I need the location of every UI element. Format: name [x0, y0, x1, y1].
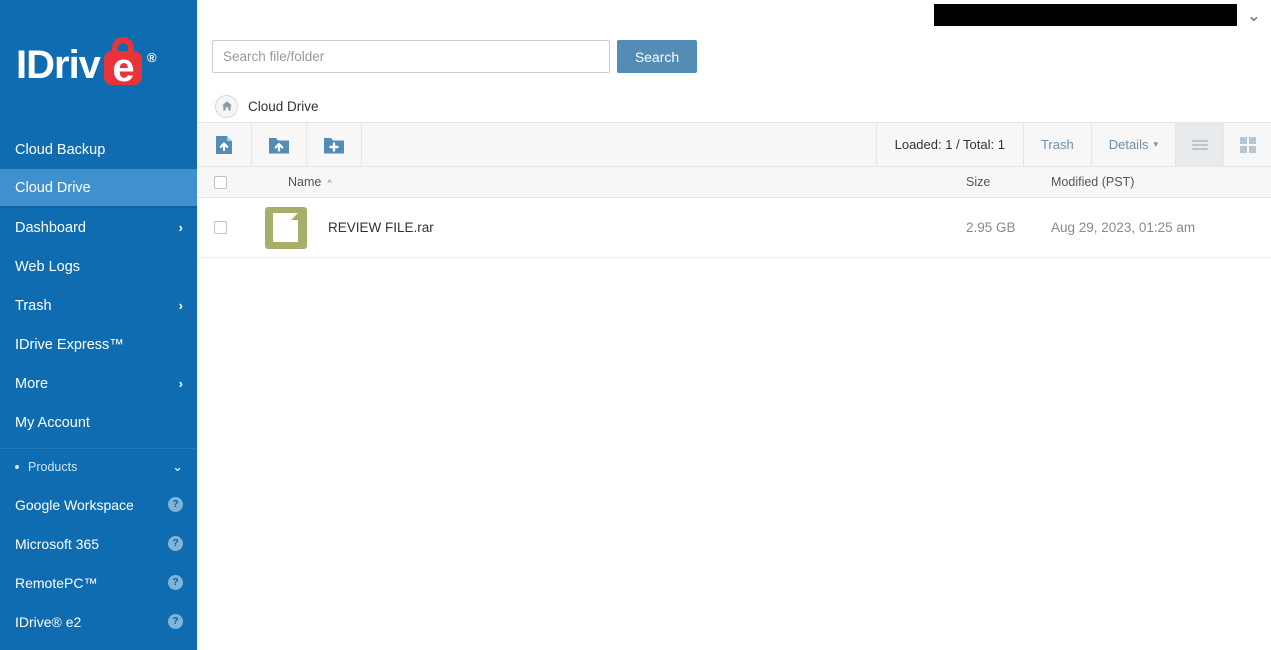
file-toolbar: Loaded: 1 / Total: 1 Trash Details ▾ [197, 122, 1271, 167]
product-label: Microsoft 365 [15, 535, 100, 552]
grid-view-icon [1239, 136, 1256, 153]
select-all-cell [197, 175, 243, 189]
details-label: Details [1108, 137, 1149, 152]
column-header-name[interactable]: Name ^ [243, 175, 966, 189]
help-icon[interactable]: ? [168, 536, 183, 551]
sidebar-item-label: IDrive Express™ [15, 336, 124, 353]
search-bar: Search [197, 30, 1271, 73]
list-view-icon [1191, 139, 1208, 150]
table-header: Name ^ Size Modified (PST) [197, 167, 1271, 198]
chevron-down-icon[interactable]: ⌄ [1247, 7, 1261, 24]
breadcrumb-label[interactable]: Cloud Drive [248, 99, 319, 114]
logo-letter-e: e [112, 45, 134, 90]
sidebar-item-web-logs[interactable]: Web Logs [0, 247, 197, 286]
table-row[interactable]: REVIEW FILE.rar 2.95 GB Aug 29, 2023, 01… [197, 198, 1271, 258]
row-select-cell [197, 221, 243, 234]
sidebar-item-label: Web Logs [15, 258, 81, 275]
main-content: ⌄ Search Cloud Drive [197, 0, 1271, 650]
toolbar-right-group: Loaded: 1 / Total: 1 Trash Details ▾ [875, 122, 1271, 167]
row-file-name[interactable]: REVIEW FILE.rar [328, 220, 966, 235]
sidebar-item-label: My Account [15, 414, 90, 431]
account-name-redacted [933, 4, 1237, 26]
sidebar-item-more[interactable]: More › [0, 364, 197, 403]
row-checkbox[interactable] [213, 221, 227, 234]
column-header-size[interactable]: Size [966, 175, 1051, 189]
sidebar-products-header[interactable]: Products ⌄ [0, 449, 197, 485]
product-label: RemotePC™ [15, 574, 98, 591]
column-header-modified[interactable]: Modified (PST) [1051, 175, 1271, 189]
trash-label: Trash [1040, 137, 1074, 152]
sidebar-item-label: Cloud Backup [15, 141, 106, 158]
sort-ascending-icon: ^ [327, 178, 332, 188]
row-file-modified: Aug 29, 2023, 01:25 am [1051, 220, 1196, 235]
help-icon[interactable]: ? [168, 614, 183, 629]
sidebar-item-cloud-drive[interactable]: Cloud Drive [0, 169, 197, 208]
padlock-icon: e [101, 37, 145, 90]
search-button[interactable]: Search [617, 40, 697, 73]
search-input[interactable] [212, 40, 610, 73]
trash-link[interactable]: Trash [1022, 122, 1091, 167]
column-label-name: Name [288, 175, 322, 189]
row-file-size: 2.95 GB [966, 220, 1016, 235]
grid-view-button[interactable] [1223, 122, 1271, 167]
idrive-cloud-drive-page: IDriv e ® Cloud Backup Cloud Drive Dashb… [0, 0, 1271, 650]
sidebar-item-dashboard[interactable]: Dashboard › [0, 208, 197, 247]
sidebar-item-cloud-backup[interactable]: Cloud Backup [0, 130, 197, 169]
logo-text: IDriv [16, 43, 101, 87]
home-icon[interactable] [215, 94, 238, 118]
new-folder-icon [324, 137, 344, 153]
product-label: IDrive® e2 [15, 613, 82, 630]
loaded-count: Loaded: 1 / Total: 1 [875, 122, 1023, 167]
sidebar-item-idrive-express[interactable]: IDrive Express™ [0, 325, 197, 364]
chevron-right-icon: › [178, 376, 183, 391]
product-label: Google Workspace [15, 496, 134, 513]
sidebar-item-label: Trash [15, 297, 52, 314]
products-label: Products [28, 460, 78, 474]
upload-folder-icon [269, 137, 289, 153]
account-bar: ⌄ [197, 0, 1271, 30]
details-dropdown[interactable]: Details ▾ [1090, 122, 1175, 167]
registered-mark: ® [146, 49, 157, 65]
chevron-down-icon: ⌄ [172, 459, 183, 474]
sidebar-item-label: More [15, 375, 49, 392]
breadcrumb: Cloud Drive [197, 73, 1271, 119]
upload-file-button[interactable] [197, 122, 252, 167]
idrive-logo[interactable]: IDriv e ® [0, 0, 197, 130]
sidebar-nav: Cloud Backup Cloud Drive Dashboard › Web… [0, 130, 197, 442]
caret-down-icon: ▾ [1153, 139, 1158, 149]
archive-file-icon [264, 206, 307, 249]
sidebar: IDriv e ® Cloud Backup Cloud Drive Dashb… [0, 0, 197, 650]
upload-folder-button[interactable] [252, 122, 307, 167]
chevron-right-icon: › [178, 298, 183, 313]
sidebar-item-remotepc[interactable]: RemotePC™ ? [0, 563, 197, 602]
list-view-button[interactable] [1175, 122, 1223, 167]
sidebar-item-label: Dashboard [15, 219, 86, 236]
chevron-right-icon: › [178, 220, 183, 235]
bullet-icon [15, 465, 19, 469]
select-all-checkbox[interactable] [213, 175, 227, 189]
sidebar-item-idrive-e2[interactable]: IDrive® e2 ? [0, 602, 197, 641]
help-icon[interactable]: ? [168, 575, 183, 590]
sidebar-item-microsoft-365[interactable]: Microsoft 365 ? [0, 524, 197, 563]
sidebar-item-trash[interactable]: Trash › [0, 286, 197, 325]
sidebar-products-list: Google Workspace ? Microsoft 365 ? Remot… [0, 485, 197, 641]
help-icon[interactable]: ? [168, 497, 183, 512]
new-folder-button[interactable] [307, 122, 362, 167]
upload-file-icon [216, 135, 232, 154]
sidebar-item-my-account[interactable]: My Account [0, 403, 197, 442]
row-icon-cell [243, 206, 328, 249]
sidebar-item-label: Cloud Drive [15, 179, 91, 196]
sidebar-item-google-workspace[interactable]: Google Workspace ? [0, 485, 197, 524]
